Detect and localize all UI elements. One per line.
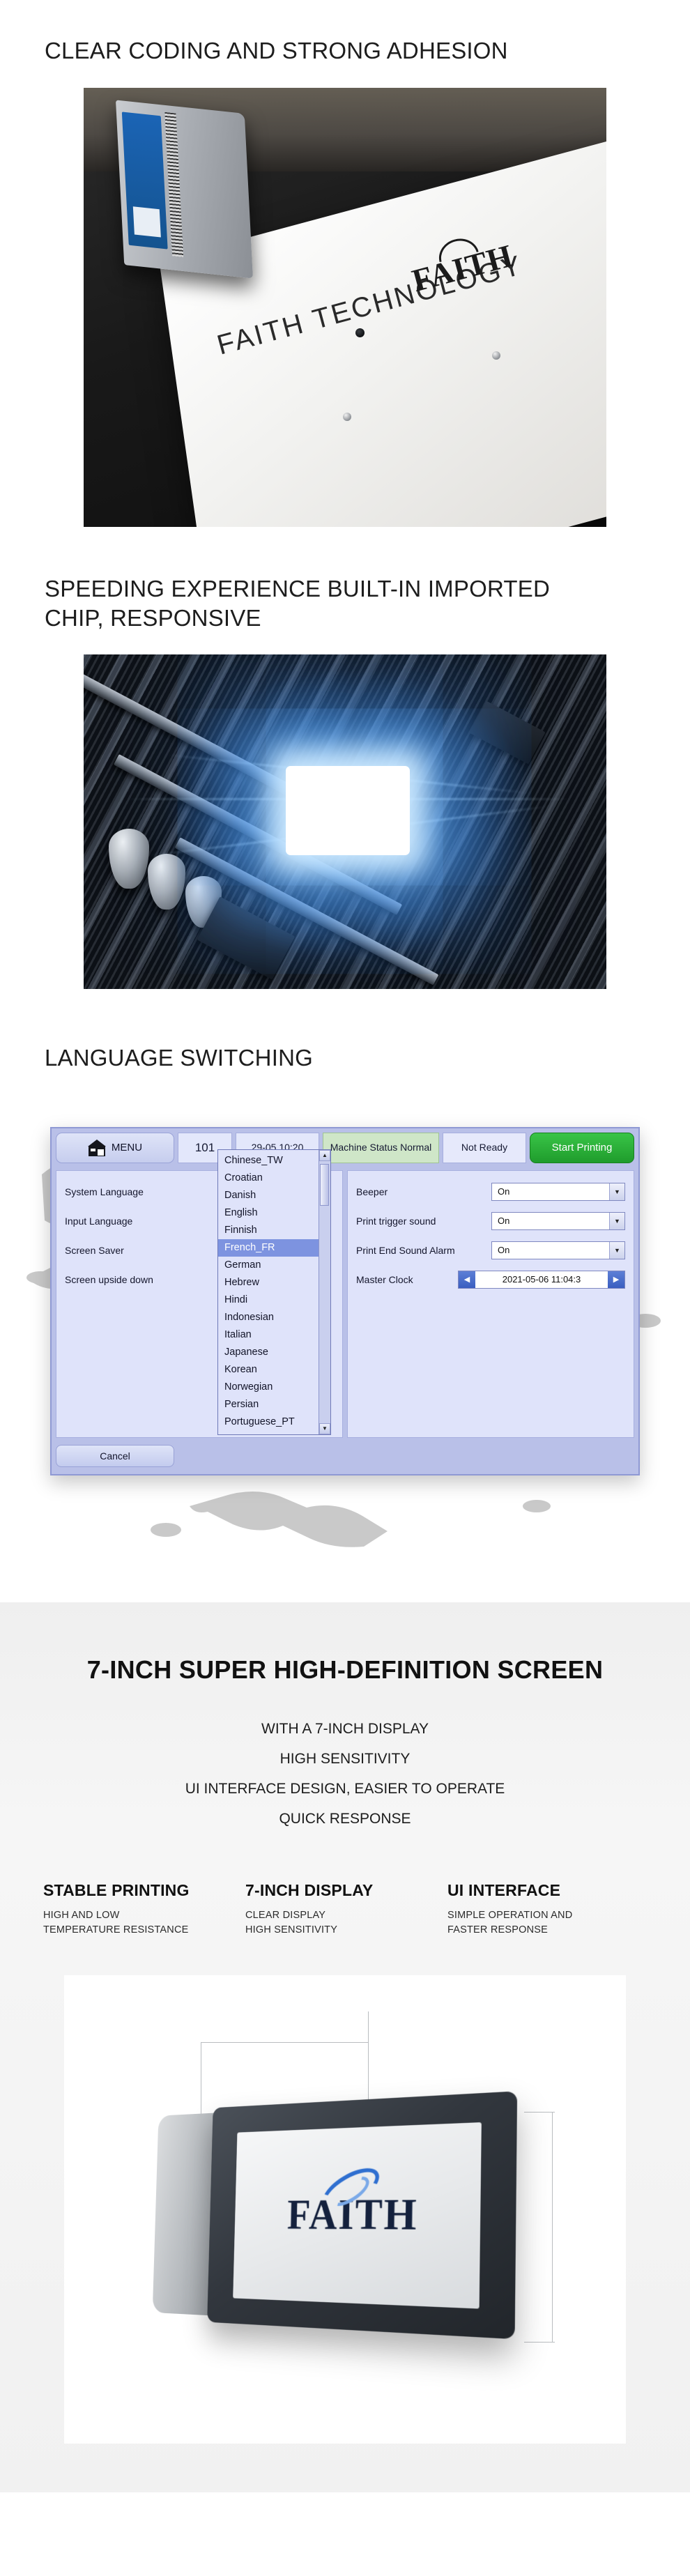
language-option[interactable]: Indonesian (223, 1309, 319, 1326)
scroll-down-icon[interactable]: ▼ (319, 1423, 330, 1434)
setting-row-master-clock: Master Clock ◀ 2021-05-06 11:04:3 ▶ (356, 1268, 625, 1291)
screen-bullet: WITH A 7-INCH DISPLAY (261, 1720, 429, 1737)
cancel-button[interactable]: Cancel (56, 1444, 174, 1467)
setting-row-print-trigger-sound: Print trigger sound On ▼ (356, 1210, 625, 1232)
device-brand-logo: FAITH (286, 2159, 419, 2241)
menu-button-label: MENU (111, 1142, 143, 1154)
feature-column-ui-interface: UI INTERFACE SIMPLE OPERATION AND FASTER… (447, 1881, 650, 1938)
screen-bullet: HIGH SENSITIVITY (279, 1750, 411, 1767)
beeper-value: On (498, 1186, 510, 1197)
setting-row-print-end-sound-alarm: Print End Sound Alarm On ▼ (356, 1239, 625, 1262)
language-dropdown[interactable]: Chinese_TW Croatian Danish English Finnish Fr… (217, 1149, 331, 1435)
feature-body: HIGH AND LOW TEMPERATURE RESISTANCE (43, 1910, 189, 1936)
section-seven-inch-screen: 7-INCH SUPER HIGH-DEFINITION SCREEN WITH… (0, 1602, 690, 2493)
screen-bullet: QUICK RESPONSE (279, 1811, 411, 1827)
language-option[interactable]: Japanese (223, 1344, 319, 1361)
section-title-speed: SPEEDING EXPERIENCE BUILT-IN IMPORTED CH… (45, 576, 550, 631)
home-icon (87, 1139, 106, 1156)
setting-label: Print End Sound Alarm (356, 1244, 455, 1256)
print-trigger-sound-value: On (498, 1216, 510, 1227)
product-photo-card: FAITH (64, 1975, 626, 2444)
dimension-line (524, 2342, 555, 2343)
print-end-alarm-select[interactable]: On ▼ (491, 1241, 625, 1259)
photo-chip (84, 654, 606, 989)
feature-heading: STABLE PRINTING (43, 1881, 190, 1900)
master-clock-value: 2021-05-06 11:04:3 (502, 1274, 581, 1285)
product-landing-page: CLEAR CODING AND STRONG ADHESION FAITH T… (0, 0, 690, 2493)
machine-status-badge: Machine Status Normal (323, 1132, 439, 1163)
feature-body: SIMPLE OPERATION AND FASTER RESPONSE (447, 1910, 573, 1936)
chevron-down-icon[interactable]: ▼ (609, 1212, 624, 1229)
dimension-line (201, 2042, 368, 2044)
language-option[interactable]: English (223, 1204, 319, 1222)
language-option[interactable]: Chinese_TW (223, 1152, 319, 1170)
chevron-down-icon[interactable]: ▼ (609, 1241, 624, 1259)
hmi-footer: Cancel (52, 1441, 638, 1471)
language-option[interactable]: Korean (223, 1361, 319, 1379)
language-option[interactable]: Croatian (223, 1170, 319, 1187)
start-printing-button[interactable]: Start Printing (530, 1132, 634, 1163)
ink-cartridge (115, 100, 254, 279)
beeper-select[interactable]: On ▼ (491, 1182, 625, 1201)
print-trigger-sound-select[interactable]: On ▼ (491, 1211, 625, 1230)
cartridge-label (121, 112, 168, 250)
language-option[interactable]: Hindi (223, 1291, 319, 1309)
hmi-device-render: FAITH (152, 2090, 534, 2340)
setting-label: Print trigger sound (356, 1215, 436, 1227)
language-option[interactable]: Portuguese_PT (223, 1413, 319, 1431)
cartridge-barcode (164, 112, 184, 258)
world-map-backdrop: MENU 101 29-05 10:20 Machine Status Norm… (0, 1090, 690, 1579)
feature-heading: 7-INCH DISPLAY (245, 1881, 374, 1900)
dimension-line (552, 2112, 553, 2343)
feature-column-stable-printing: STABLE PRINTING HIGH AND LOW TEMPERATURE… (43, 1881, 245, 1938)
feature-body: CLEAR DISPLAY HIGH SENSITIVITY (245, 1910, 338, 1936)
screen-section-title: 7-INCH SUPER HIGH-DEFINITION SCREEN (86, 1655, 604, 1684)
ink-logo-mark (132, 206, 161, 238)
device-logo-text: FAITH (286, 2190, 419, 2239)
chevron-down-icon[interactable]: ▼ (609, 1183, 624, 1200)
screen-bullet-list: WITH A 7-INCH DISPLAY HIGH SENSITIVITY UI … (0, 1714, 690, 1834)
ready-status-badge: Not Ready (443, 1132, 526, 1163)
print-end-alarm-value: On (498, 1245, 510, 1256)
photo-clear-coding: FAITH TECHNOLOGY FAITH (84, 88, 606, 528)
feature-columns: STABLE PRINTING HIGH AND LOW TEMPERATURE… (43, 1881, 650, 1938)
language-list[interactable]: Chinese_TW Croatian Danish English Finnish Fr… (218, 1150, 319, 1434)
language-option[interactable]: Hebrew (223, 1274, 319, 1291)
screen-bullet: UI INTERFACE DESIGN, EASIER TO OPERATE (185, 1781, 505, 1797)
language-option[interactable]: Italian (223, 1326, 319, 1344)
section-title-clear-coding: CLEAR CODING AND STRONG ADHESION (45, 38, 508, 63)
scrollbar-thumb[interactable] (320, 1163, 329, 1206)
language-option[interactable]: Danish (223, 1187, 319, 1204)
section-speed: SPEEDING EXPERIENCE BUILT-IN IMPORTED CH… (0, 527, 690, 989)
language-option[interactable]: Norwegian (223, 1379, 319, 1396)
arrow-right-icon[interactable]: ▶ (608, 1271, 624, 1288)
section-title-language: LANGUAGE SWITCHING (45, 1044, 313, 1071)
section-language-switching: LANGUAGE SWITCHING MENU 101 29-05 10:20 … (0, 989, 690, 1579)
feature-heading: UI INTERFACE (447, 1881, 561, 1900)
setting-label: Beeper (356, 1186, 388, 1197)
language-option[interactable]: Persian (223, 1396, 319, 1413)
language-option[interactable]: French_FR (218, 1239, 319, 1257)
hmi-body: System Language Input Language Screen Sa… (52, 1149, 638, 1441)
device-display: FAITH (233, 2122, 482, 2309)
master-clock-stepper[interactable]: ◀ 2021-05-06 11:04:3 ▶ (458, 1270, 625, 1289)
feature-column-seven-inch-display: 7-INCH DISPLAY CLEAR DISPLAY HIGH SENSIT… (245, 1881, 447, 1938)
section-clear-coding: CLEAR CODING AND STRONG ADHESION FAITH T… (0, 0, 690, 528)
arrow-left-icon[interactable]: ◀ (459, 1271, 475, 1288)
device-front-bezel: FAITH (207, 2091, 518, 2340)
imported-chip (286, 765, 410, 855)
setting-label: Master Clock (356, 1273, 413, 1285)
menu-button[interactable]: MENU (56, 1132, 174, 1163)
language-option[interactable]: German (223, 1257, 319, 1274)
scroll-up-icon[interactable]: ▲ (319, 1149, 330, 1161)
setting-row-beeper: Beeper On ▼ (356, 1181, 625, 1203)
language-list-scrollbar[interactable]: ▲ ▼ (319, 1149, 330, 1434)
hmi-top-bar: MENU 101 29-05 10:20 Machine Status Norm… (52, 1128, 638, 1167)
settings-column-right: Beeper On ▼ Print trigger sound On ▼ Pri… (347, 1170, 634, 1438)
hmi-panel: MENU 101 29-05 10:20 Machine Status Norm… (50, 1126, 640, 1475)
language-option[interactable]: Finnish (223, 1222, 319, 1239)
